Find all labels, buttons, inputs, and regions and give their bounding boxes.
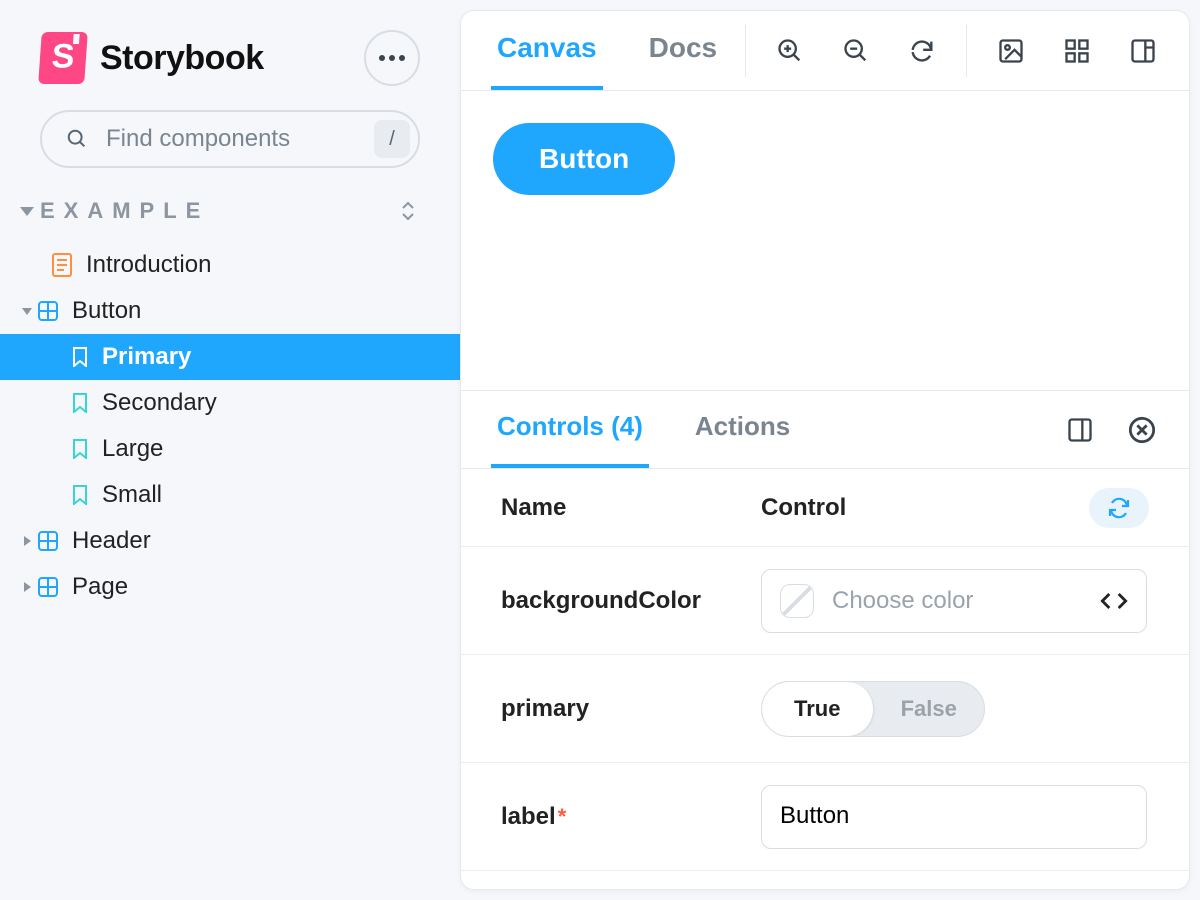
chevron-down-icon xyxy=(20,207,34,216)
brand[interactable]: Storybook xyxy=(40,32,264,84)
column-control: Control xyxy=(761,494,1089,522)
zoom-out-icon xyxy=(842,37,870,65)
component-icon xyxy=(38,577,58,597)
tree-item-label: Secondary xyxy=(102,389,217,417)
chevron-down-icon xyxy=(20,304,34,318)
tree-item-large[interactable]: Large xyxy=(0,426,460,472)
refresh-icon xyxy=(908,37,936,65)
bookmark-icon xyxy=(72,439,88,459)
component-icon xyxy=(38,531,58,551)
expand-collapse-icon[interactable] xyxy=(396,199,420,223)
color-placeholder: Choose color xyxy=(832,587,1082,615)
tree: Introduction Button Primary Secondary La… xyxy=(0,234,460,610)
addon-tab-actions[interactable]: Actions xyxy=(689,389,796,468)
tree-item-introduction[interactable]: Introduction xyxy=(0,242,460,288)
label-input[interactable] xyxy=(761,785,1147,849)
code-icon[interactable] xyxy=(1100,587,1128,615)
section-title: Example xyxy=(40,198,209,224)
swatch-icon xyxy=(780,584,814,618)
document-icon xyxy=(52,253,72,277)
addon-tab-controls[interactable]: Controls (4) xyxy=(491,389,649,468)
tree-item-button[interactable]: Button xyxy=(0,288,460,334)
main-panel: Canvas Docs Button Controls (4) Actions xyxy=(460,10,1190,890)
image-icon xyxy=(997,37,1025,65)
tree-item-label: Introduction xyxy=(86,251,211,279)
sidebar-icon xyxy=(1066,416,1094,444)
control-row-primary: primary True False xyxy=(461,655,1189,763)
sync-icon xyxy=(1107,496,1131,520)
search-shortcut-key: / xyxy=(374,120,410,158)
tree-item-header[interactable]: Header xyxy=(0,518,460,564)
chevron-right-icon xyxy=(20,534,34,548)
toolbar: Canvas Docs xyxy=(461,11,1189,91)
tab-docs[interactable]: Docs xyxy=(643,10,723,90)
toggle-true[interactable]: True xyxy=(762,682,874,736)
viewport-button[interactable] xyxy=(1127,35,1159,67)
ellipsis-icon xyxy=(379,55,405,61)
tree-item-primary[interactable]: Primary xyxy=(0,334,460,380)
zoom-reset-button[interactable] xyxy=(906,35,938,67)
background-button[interactable] xyxy=(995,35,1027,67)
boolean-toggle[interactable]: True False xyxy=(761,681,985,737)
search-icon xyxy=(66,128,88,150)
addon-panel: Controls (4) Actions Name Control backgr… xyxy=(461,391,1189,889)
storybook-logo-icon xyxy=(38,32,88,84)
control-name: primary xyxy=(501,695,761,723)
zoom-out-button[interactable] xyxy=(840,35,872,67)
panel-position-button[interactable] xyxy=(1063,413,1097,447)
tree-item-label: Primary xyxy=(102,343,191,371)
controls-header-row: Name Control xyxy=(461,469,1189,547)
tree-item-secondary[interactable]: Secondary xyxy=(0,380,460,426)
control-row-backgroundcolor: backgroundColor Choose color xyxy=(461,547,1189,655)
preview-button[interactable]: Button xyxy=(493,123,675,195)
tree-item-label: Button xyxy=(72,297,141,325)
zoom-in-icon xyxy=(776,37,804,65)
canvas: Button xyxy=(461,91,1189,391)
close-panel-button[interactable] xyxy=(1125,413,1159,447)
grid-icon xyxy=(1063,37,1091,65)
tree-item-label: Large xyxy=(102,435,163,463)
layout-icon xyxy=(1129,37,1157,65)
tree-item-label: Small xyxy=(102,481,162,509)
required-asterisk: * xyxy=(558,804,567,829)
control-name: backgroundColor xyxy=(501,587,761,615)
search: / xyxy=(40,110,420,168)
brand-name: Storybook xyxy=(100,39,264,78)
chevron-right-icon xyxy=(20,580,34,594)
close-icon xyxy=(1128,416,1156,444)
reset-controls-button[interactable] xyxy=(1089,488,1149,528)
zoom-in-button[interactable] xyxy=(774,35,806,67)
bookmark-icon xyxy=(72,485,88,505)
column-name: Name xyxy=(501,494,761,522)
bookmark-icon xyxy=(72,347,88,367)
search-input[interactable] xyxy=(40,110,420,168)
toggle-false[interactable]: False xyxy=(874,682,985,736)
bookmark-icon xyxy=(72,393,88,413)
component-icon xyxy=(38,301,58,321)
tree-item-page[interactable]: Page xyxy=(0,564,460,610)
tree-item-small[interactable]: Small xyxy=(0,472,460,518)
tree-item-label: Page xyxy=(72,573,128,601)
sidebar: Storybook / Example Introduction xyxy=(0,0,460,900)
color-input[interactable]: Choose color xyxy=(761,569,1147,633)
section-header[interactable]: Example xyxy=(0,198,460,234)
control-name: label* xyxy=(501,803,761,831)
menu-button[interactable] xyxy=(364,30,420,86)
grid-button[interactable] xyxy=(1061,35,1093,67)
tab-canvas[interactable]: Canvas xyxy=(491,10,603,90)
tree-item-label: Header xyxy=(72,527,151,555)
control-row-label: label* xyxy=(461,763,1189,871)
